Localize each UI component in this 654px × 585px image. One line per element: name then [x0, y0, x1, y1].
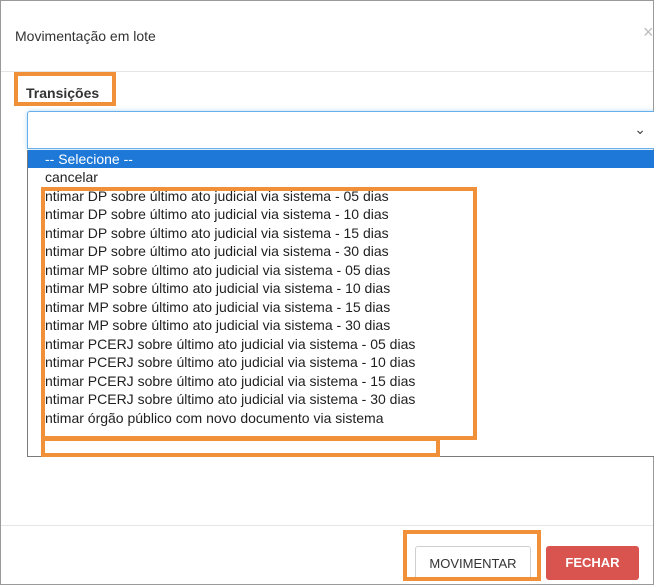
transitions-select[interactable]: ⌄	[27, 111, 654, 149]
option-intimar-pcerj-15[interactable]: ntimar PCERJ sobre último ato judicial v…	[28, 372, 654, 390]
option-intimar-mp-05[interactable]: ntimar MP sobre último ato judicial via …	[28, 261, 654, 279]
modal-footer-divider	[1, 525, 653, 526]
option-selecione[interactable]: -- Selecione --	[28, 150, 654, 168]
option-intimar-mp-15[interactable]: ntimar MP sobre último ato judicial via …	[28, 298, 654, 316]
option-intimar-dp-05[interactable]: ntimar DP sobre último ato judicial via …	[28, 187, 654, 205]
option-intimar-pcerj-30[interactable]: ntimar PCERJ sobre último ato judicial v…	[28, 390, 654, 408]
modal-title: Movimentação em lote	[15, 28, 156, 44]
option-intimar-mp-30[interactable]: ntimar MP sobre último ato judicial via …	[28, 316, 654, 334]
option-intimar-mp-10[interactable]: ntimar MP sobre último ato judicial via …	[28, 279, 654, 297]
fechar-button[interactable]: FECHAR	[546, 546, 639, 580]
close-icon[interactable]: ×	[643, 23, 654, 41]
modal-header: Movimentação em lote ×	[1, 1, 654, 72]
transitions-label: Transições	[26, 85, 100, 101]
option-intimar-dp-15[interactable]: ntimar DP sobre último ato judicial via …	[28, 224, 654, 242]
option-intimar-orgao-publico[interactable]: ntimar órgão público com novo documento …	[28, 409, 654, 427]
option-intimar-dp-30[interactable]: ntimar DP sobre último ato judicial via …	[28, 242, 654, 260]
option-cancelar[interactable]: cancelar	[28, 168, 654, 186]
option-intimar-pcerj-10[interactable]: ntimar PCERJ sobre último ato judicial v…	[28, 353, 654, 371]
transitions-dropdown-list: -- Selecione -- cancelar ntimar DP sobre…	[27, 150, 654, 457]
movimentar-button[interactable]: MOVIMENTAR	[415, 546, 531, 580]
option-intimar-pcerj-05[interactable]: ntimar PCERJ sobre último ato judicial v…	[28, 335, 654, 353]
option-intimar-dp-10[interactable]: ntimar DP sobre último ato judicial via …	[28, 205, 654, 223]
chevron-down-icon: ⌄	[634, 121, 646, 137]
batch-move-modal: Movimentação em lote × Transições ⌄ -- S…	[0, 0, 654, 585]
